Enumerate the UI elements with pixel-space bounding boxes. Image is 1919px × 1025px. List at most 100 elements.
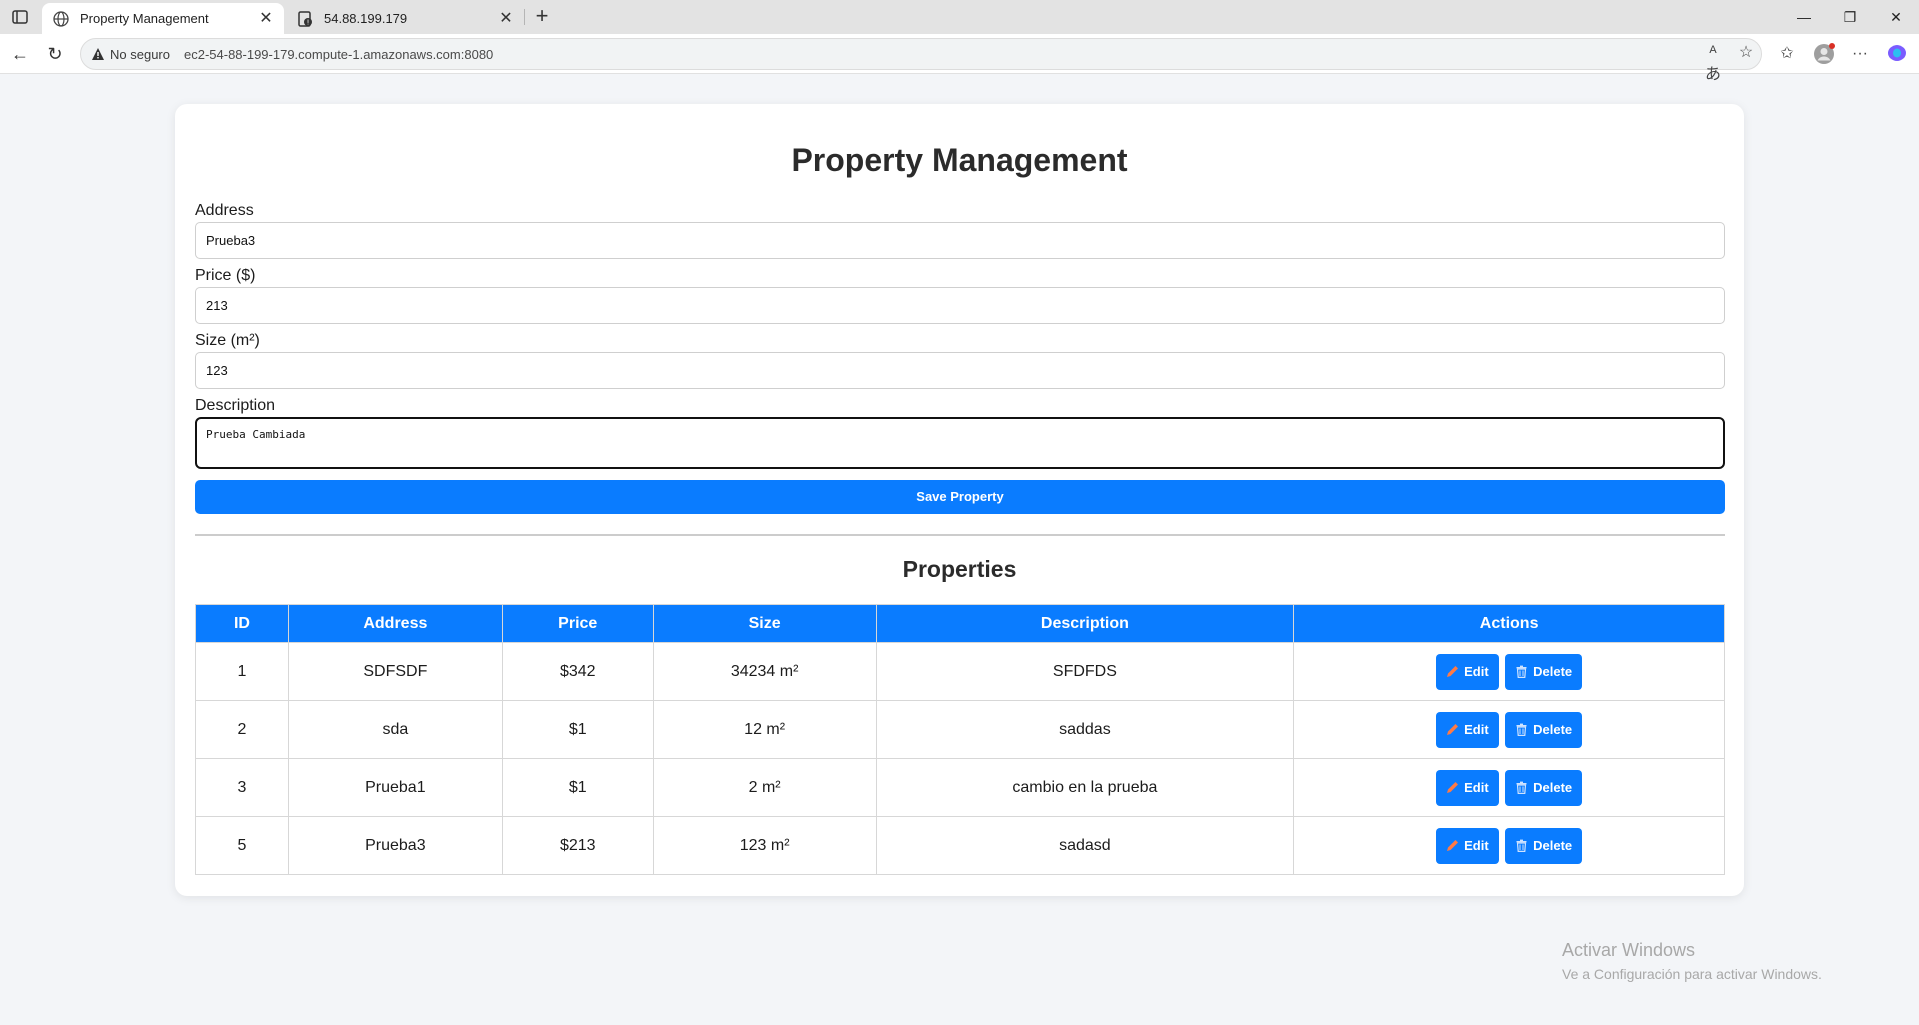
tab-separator	[524, 9, 525, 25]
cell-description: cambio en la prueba	[875, 758, 1295, 817]
price-input[interactable]: 213	[195, 287, 1725, 324]
translate-icon[interactable]: ᴬあ	[1702, 42, 1724, 83]
cell-actions: Edit Delete	[1293, 758, 1725, 817]
favorites-icon[interactable]: ✩	[1775, 42, 1799, 66]
security-status[interactable]: No seguro	[110, 47, 170, 62]
favorite-star-icon[interactable]: ☆	[1735, 42, 1757, 64]
delete-button[interactable]: Delete	[1505, 827, 1583, 864]
delete-label: Delete	[1533, 780, 1573, 795]
edit-button[interactable]: Edit	[1436, 653, 1499, 690]
edit-label: Edit	[1464, 780, 1489, 795]
cell-price: $1	[501, 700, 654, 759]
cell-size: 2 m²	[652, 758, 877, 817]
cell-address: Prueba1	[287, 758, 503, 817]
profile-avatar-icon[interactable]	[1812, 42, 1836, 66]
delete-button[interactable]: Delete	[1505, 711, 1583, 748]
column-header-description: Description	[875, 604, 1295, 643]
properties-table: ID Address Price Size Description Action…	[195, 604, 1725, 875]
save-property-button[interactable]: Save Property	[195, 480, 1725, 514]
copilot-icon[interactable]	[1885, 42, 1909, 66]
delete-button[interactable]: Delete	[1505, 653, 1583, 690]
cell-size: 123 m²	[652, 816, 877, 875]
new-tab-icon[interactable]: +	[530, 5, 554, 28]
svg-text:!: !	[307, 18, 310, 26]
delete-label: Delete	[1533, 838, 1573, 853]
cell-description: SFDFDS	[875, 642, 1295, 701]
cell-id: 2	[195, 700, 289, 759]
restore-icon[interactable]: ❐	[1827, 0, 1873, 34]
refresh-icon[interactable]: ↻	[43, 42, 67, 66]
cell-address: sda	[287, 700, 503, 759]
cell-actions: Edit Delete	[1293, 700, 1725, 759]
cell-address: SDFSDF	[287, 642, 503, 701]
browser-toolbar: ← ↻ No seguro ec2-54-88-199-179.compute-…	[0, 34, 1919, 83]
tab-actions-icon[interactable]	[10, 7, 30, 27]
minimize-icon[interactable]: —	[1781, 0, 1827, 34]
column-header-size: Size	[652, 604, 877, 643]
column-header-address: Address	[287, 604, 503, 643]
tab-title: 54.88.199.179	[324, 11, 408, 26]
table-row: 2 sda $1 12 m² saddas Edit Delete	[195, 700, 1725, 759]
cell-price: $1	[501, 758, 654, 817]
cell-description: saddas	[875, 700, 1295, 759]
cell-actions: Edit Delete	[1293, 816, 1725, 875]
table-header-row: ID Address Price Size Description Action…	[195, 604, 1725, 643]
more-options-icon[interactable]: ···	[1848, 42, 1872, 66]
property-management-card: Property Management Address Prueba3 Pric…	[175, 104, 1744, 896]
properties-heading: Properties	[902, 556, 1017, 582]
description-label: Description	[195, 397, 276, 414]
pencil-icon	[1447, 724, 1459, 735]
edit-label: Edit	[1464, 838, 1489, 853]
address-label: Address	[195, 202, 254, 219]
tab-title: Property Management	[80, 11, 209, 26]
page-title: Property Management	[791, 142, 1128, 178]
cell-size: 12 m²	[652, 700, 877, 759]
warning-icon	[91, 47, 105, 61]
cell-actions: Edit Delete	[1293, 642, 1725, 701]
pencil-icon	[1447, 782, 1459, 793]
cell-id: 3	[195, 758, 289, 817]
edit-label: Edit	[1464, 722, 1489, 737]
trash-icon	[1516, 839, 1527, 852]
trash-icon	[1516, 723, 1527, 736]
edit-button[interactable]: Edit	[1436, 827, 1499, 864]
delete-label: Delete	[1533, 664, 1573, 679]
activate-windows-subtitle: Ve a Configuración para activar Windows.	[1562, 966, 1822, 982]
tab-ip-address[interactable]: ! 54.88.199.179 ✕	[286, 3, 524, 34]
close-window-icon[interactable]: ✕	[1873, 0, 1919, 34]
delete-button[interactable]: Delete	[1505, 769, 1583, 806]
size-input[interactable]: 123	[195, 352, 1725, 389]
table-row: 5 Prueba3 $213 123 m² sadasd Edit Delete	[195, 816, 1725, 875]
description-textarea[interactable]: Prueba Cambiada	[195, 417, 1725, 469]
column-header-id: ID	[195, 604, 289, 643]
back-arrow-icon[interactable]: ←	[8, 42, 32, 66]
trash-icon	[1516, 665, 1527, 678]
table-row: 1 SDFSDF $342 34234 m² SFDFDS Edit Delet…	[195, 642, 1725, 701]
section-divider	[195, 534, 1725, 536]
cell-price: $213	[501, 816, 654, 875]
size-label: Size (m²)	[195, 332, 260, 349]
cell-id: 5	[195, 816, 289, 875]
edit-label: Edit	[1464, 664, 1489, 679]
cell-id: 1	[195, 642, 289, 701]
url-text[interactable]: ec2-54-88-199-179.compute-1.amazonaws.co…	[184, 47, 493, 62]
trash-icon	[1516, 781, 1527, 794]
cell-address: Prueba3	[287, 816, 503, 875]
cell-size: 34234 m²	[652, 642, 877, 701]
cell-price: $342	[501, 642, 654, 701]
column-header-price: Price	[501, 604, 654, 643]
tab-property-management[interactable]: Property Management ✕	[42, 3, 284, 34]
edit-button[interactable]: Edit	[1436, 711, 1499, 748]
cell-description: sadasd	[875, 816, 1295, 875]
price-label: Price ($)	[195, 267, 256, 284]
edit-button[interactable]: Edit	[1436, 769, 1499, 806]
close-tab-icon[interactable]: ✕	[258, 10, 274, 27]
globe-icon	[52, 10, 70, 28]
column-header-actions: Actions	[1293, 604, 1725, 643]
address-bar[interactable]: No seguro ec2-54-88-199-179.compute-1.am…	[80, 38, 1762, 70]
activate-windows-title: Activar Windows	[1562, 940, 1696, 960]
pencil-icon	[1447, 666, 1459, 677]
address-input[interactable]: Prueba3	[195, 222, 1725, 259]
close-tab-icon[interactable]: ✕	[498, 10, 514, 27]
table-row: 3 Prueba1 $1 2 m² cambio en la prueba Ed…	[195, 758, 1725, 817]
